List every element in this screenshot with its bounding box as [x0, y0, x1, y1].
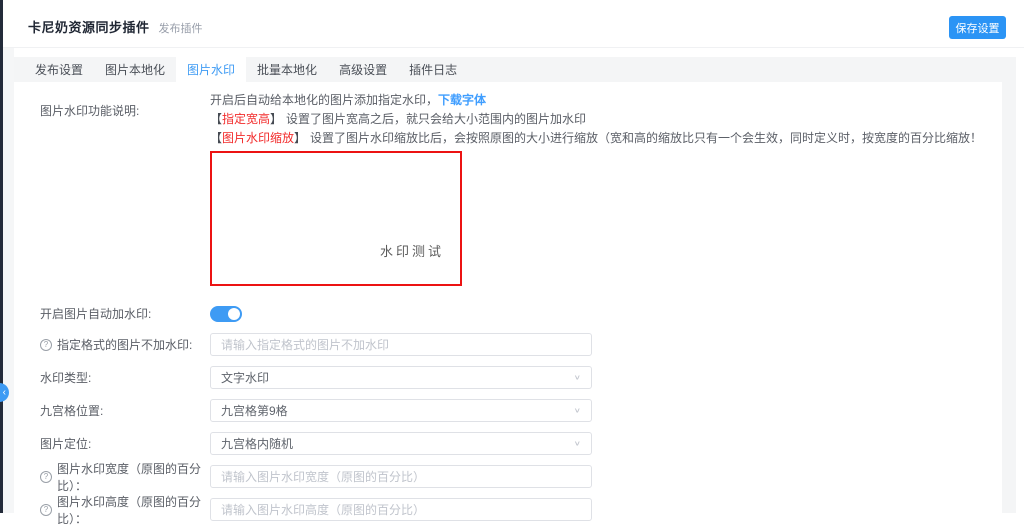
left-rail	[0, 0, 3, 513]
chevron-down-icon: ∨	[573, 439, 581, 447]
note-tag-scale: 图片水印缩放	[222, 131, 295, 145]
page-title: 卡尼奶资源同步插件	[28, 20, 150, 35]
form-row-auto-watermark: 开启图片自动加水印:	[40, 302, 242, 325]
field-label: 图片水印高度（原图的百分比）：	[57, 494, 202, 526]
image-position-select[interactable]: 九宫格内随机 ∨	[210, 432, 592, 455]
watermark-settings-panel: 图片水印功能说明: 开启后自动给本地化的图片添加指定水印，下载字体 【指定宽高】…	[14, 82, 1002, 526]
notes-label: 图片水印功能说明:	[40, 104, 140, 118]
watermark-type-select[interactable]: 文字水印 ∨	[210, 366, 592, 389]
tab-batch-localization[interactable]: 批量本地化	[246, 57, 328, 82]
exclude-format-input[interactable]	[210, 333, 592, 356]
chevron-down-icon: ∨	[573, 373, 581, 381]
field-label: 图片水印宽度（原图的百分比）：	[57, 461, 202, 493]
field-label: 九宫格位置:	[40, 404, 104, 418]
download-font-link[interactable]: 下载字体	[438, 93, 486, 107]
watermark-height-input[interactable]	[210, 498, 592, 521]
notes-line-2: 【指定宽高】 设置了图片宽高之后，就只会给大小范围内的图片加水印	[210, 112, 587, 126]
chevron-down-icon: ∨	[573, 406, 581, 414]
page-header: 卡尼奶资源同步插件 发布插件 保存设置	[3, 0, 1024, 48]
help-icon: ?	[40, 338, 52, 351]
sidebar-handle-icon: ‹	[2, 386, 6, 398]
save-settings-button[interactable]: 保存设置	[949, 16, 1006, 39]
form-row-image-position: 图片定位: 九宫格内随机 ∨	[40, 432, 592, 455]
notes-line-1: 开启后自动给本地化的图片添加指定水印，下载字体	[210, 93, 487, 107]
tab-publish-settings[interactable]: 发布设置	[24, 57, 94, 82]
select-value: 九宫格第9格	[221, 404, 288, 418]
select-value: 九宫格内随机	[221, 437, 294, 451]
page-subtitle: 发布插件	[158, 23, 203, 35]
notes-line-3: 【图片水印缩放】 设置了图片水印缩放比后，会按照原图的大小进行缩放（宽和高的缩放比…	[210, 131, 983, 145]
select-value: 文字水印	[221, 371, 270, 385]
toggle-knob	[228, 307, 240, 320]
watermark-preview-text: 水印测试	[379, 245, 444, 260]
field-label: 开启图片自动加水印:	[40, 307, 152, 321]
auto-watermark-toggle[interactable]	[210, 305, 242, 322]
watermark-notes: 开启后自动给本地化的图片添加指定水印，下载字体 【指定宽高】 设置了图片宽高之后，…	[210, 91, 982, 148]
form-row-exclude-format: ? 指定格式的图片不加水印:	[40, 333, 592, 356]
tab-image-watermark[interactable]: 图片水印	[176, 57, 247, 82]
help-icon: ?	[40, 503, 52, 516]
left-gutter	[3, 47, 14, 513]
watermark-width-input[interactable]	[210, 465, 592, 488]
form-row-grid-position: 九宫格位置: 九宫格第9格 ∨	[40, 399, 592, 422]
tab-advanced-settings[interactable]: 高级设置	[328, 57, 398, 82]
tab-image-localization[interactable]: 图片本地化	[94, 57, 176, 82]
scrollbar-gutter[interactable]	[1002, 82, 1016, 513]
field-label: 图片定位:	[40, 437, 92, 451]
form-row-watermark-width: ? 图片水印宽度（原图的百分比）：	[40, 462, 592, 493]
tab-plugin-log[interactable]: 插件日志	[398, 57, 468, 82]
note-tag-size: 指定宽高	[222, 112, 271, 126]
header-title-group: 卡尼奶资源同步插件 发布插件	[28, 17, 203, 36]
watermark-preview: 水印测试	[210, 151, 462, 286]
settings-tabbar: 发布设置 图片本地化 图片水印 批量本地化 高级设置 插件日志	[14, 57, 1016, 82]
form-row-watermark-height: ? 图片水印高度（原图的百分比）：	[40, 495, 592, 526]
help-icon: ?	[40, 470, 52, 483]
form-row-watermark-type: 水印类型: 文字水印 ∨	[40, 366, 592, 389]
grid-position-select[interactable]: 九宫格第9格 ∨	[210, 399, 592, 422]
field-label: 指定格式的图片不加水印:	[57, 338, 193, 352]
field-label: 水印类型:	[40, 371, 92, 385]
